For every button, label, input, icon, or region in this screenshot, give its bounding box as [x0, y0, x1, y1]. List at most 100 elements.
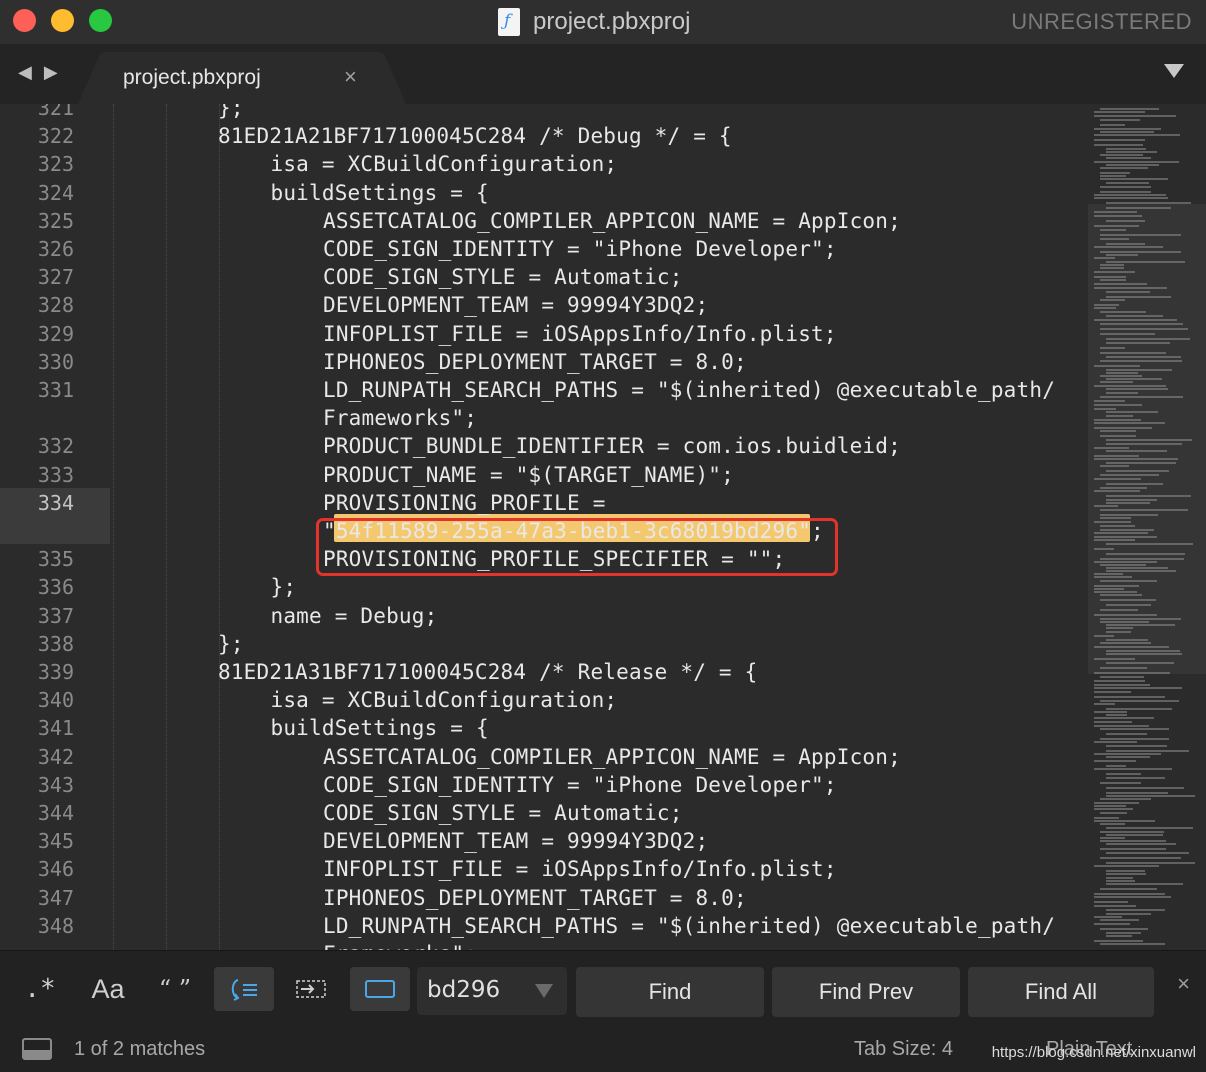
minimap-line: [1094, 916, 1123, 918]
minimap-line: [1106, 415, 1134, 417]
minimap-line: [1106, 653, 1182, 655]
code-line: INFOPLIST_FILE = iOSAppsInfo/Info.plist;: [323, 857, 837, 882]
in-selection-toggle[interactable]: [284, 967, 338, 1011]
tab-bar: ◀ ▶ project.pbxproj ×: [0, 44, 1206, 104]
minimap-line: [1100, 848, 1167, 850]
minimap-line: [1106, 787, 1185, 789]
minimap-line: [1100, 609, 1138, 611]
minimap-line: [1100, 599, 1157, 601]
tab-list-dropdown-icon[interactable]: [1164, 64, 1184, 78]
minimap-line: [1094, 539, 1136, 541]
minimap-line: [1094, 802, 1140, 804]
minimap-line: [1100, 347, 1126, 349]
code-line: 81ED21A21BF717100045C284 /* Debug */ = {: [218, 124, 732, 149]
find-prev-button[interactable]: Find Prev: [772, 967, 960, 1017]
minimap-line: [1106, 483, 1163, 485]
minimap-line: [1106, 342, 1171, 344]
editor-area[interactable]: 321 322 323 324 325 326 327 328 329 330 331 332 333 3…: [0, 104, 1206, 950]
minimap-line: [1100, 267, 1125, 269]
minimap-line: [1106, 909, 1165, 911]
minimap-line: [1106, 631, 1131, 633]
title-bar: project.pbxproj UNREGISTERED: [0, 0, 1206, 44]
minimap-line: [1100, 700, 1179, 702]
find-all-button[interactable]: Find All: [968, 967, 1154, 1017]
minimap-line: [1106, 499, 1157, 501]
minimap-line: [1094, 561, 1158, 563]
minimap-line: [1106, 502, 1151, 504]
minimap-line: [1106, 392, 1139, 394]
tab-project-pbxproj[interactable]: project.pbxproj ×: [78, 52, 408, 104]
tab-size-selector[interactable]: Tab Size: 4: [854, 1038, 953, 1061]
minimap-line: [1094, 532, 1149, 534]
minimap-line: [1106, 935, 1132, 937]
code-line: };: [218, 631, 244, 656]
minimap-line: [1094, 319, 1177, 321]
minimap-line: [1100, 667, 1147, 669]
code-line: };: [270, 575, 297, 600]
minimap-line: [1106, 443, 1183, 445]
panel-toggle-icon[interactable]: [22, 1038, 52, 1060]
minimap-line: [1100, 823, 1126, 825]
minimap-line: [1106, 834, 1164, 836]
minimap-line: [1106, 795, 1196, 797]
minimap-line: [1094, 658, 1136, 660]
minimap-line: [1100, 594, 1142, 596]
window-minimize-button[interactable]: [51, 9, 74, 32]
code-line: LD_RUNPATH_SEARCH_PATHS = "$(inherited) …: [323, 378, 1056, 402]
forward-arrow-icon[interactable]: ▶: [44, 62, 58, 83]
minimap-line: [1106, 372, 1138, 374]
minimap-line: [1106, 315, 1163, 317]
minimap-line: [1100, 621, 1150, 623]
minimap-line: [1106, 164, 1159, 166]
minimap-line: [1106, 639, 1149, 641]
minimap-line: [1094, 307, 1117, 309]
back-arrow-icon[interactable]: ◀: [18, 62, 32, 83]
minimap-line: [1100, 381, 1133, 383]
wrap-icon: [231, 979, 257, 1001]
minimap-line: [1100, 812, 1128, 814]
minimap-line: [1100, 509, 1189, 511]
minimap-line: [1100, 857, 1182, 859]
highlight-matches-toggle[interactable]: [350, 967, 410, 1011]
minimap-line: [1100, 514, 1158, 516]
minimap-line: [1100, 837, 1125, 839]
minimap[interactable]: [1088, 104, 1206, 950]
code-text[interactable]: }; 81ED21A21BF717100045C284 /* Debug */ =…: [0, 104, 1085, 950]
find-input[interactable]: bd296: [417, 967, 567, 1015]
minimap-line: [1100, 186, 1151, 188]
case-sensitive-toggle[interactable]: Aa: [84, 967, 132, 1011]
window-zoom-button[interactable]: [89, 9, 112, 32]
code-line: ASSETCATALOG_COMPILER_APPICON_NAME = App…: [323, 208, 901, 233]
minimap-line: [1106, 852, 1190, 854]
find-history-dropdown-icon[interactable]: [535, 984, 553, 998]
code-line: isa = XCBuildConfiguration;: [270, 688, 618, 713]
minimap-line: [1106, 296, 1171, 298]
minimap-line: [1100, 435, 1137, 437]
minimap-line: [1100, 352, 1166, 354]
minimap-line: [1100, 375, 1143, 377]
minimap-line: [1094, 865, 1159, 867]
minimap-line: [1094, 741, 1137, 743]
minimap-line: [1106, 369, 1173, 371]
code-line: buildSettings = {: [270, 716, 489, 741]
tab-close-icon[interactable]: ×: [344, 64, 357, 90]
minimap-line: [1106, 411, 1158, 413]
code-line: name = Debug;: [270, 603, 438, 628]
whole-word-toggle[interactable]: “ ”: [150, 967, 200, 1011]
wrap-toggle[interactable]: [214, 967, 274, 1011]
minimap-line: [1100, 119, 1140, 121]
minimap-line: [1094, 304, 1119, 306]
close-find-panel-icon[interactable]: ×: [1177, 971, 1190, 997]
minimap-line: [1100, 108, 1160, 110]
code-line: Frameworks";: [323, 940, 477, 950]
minimap-line: [1100, 264, 1124, 266]
minimap-line: [1100, 928, 1149, 930]
minimap-line: [1100, 154, 1144, 156]
regex-toggle[interactable]: .*: [18, 967, 62, 1011]
window-close-button[interactable]: [13, 9, 36, 32]
minimap-line: [1094, 115, 1176, 117]
minimap-line: [1094, 820, 1156, 822]
minimap-line: [1106, 604, 1151, 606]
minimap-line: [1094, 447, 1129, 449]
find-button[interactable]: Find: [576, 967, 764, 1017]
